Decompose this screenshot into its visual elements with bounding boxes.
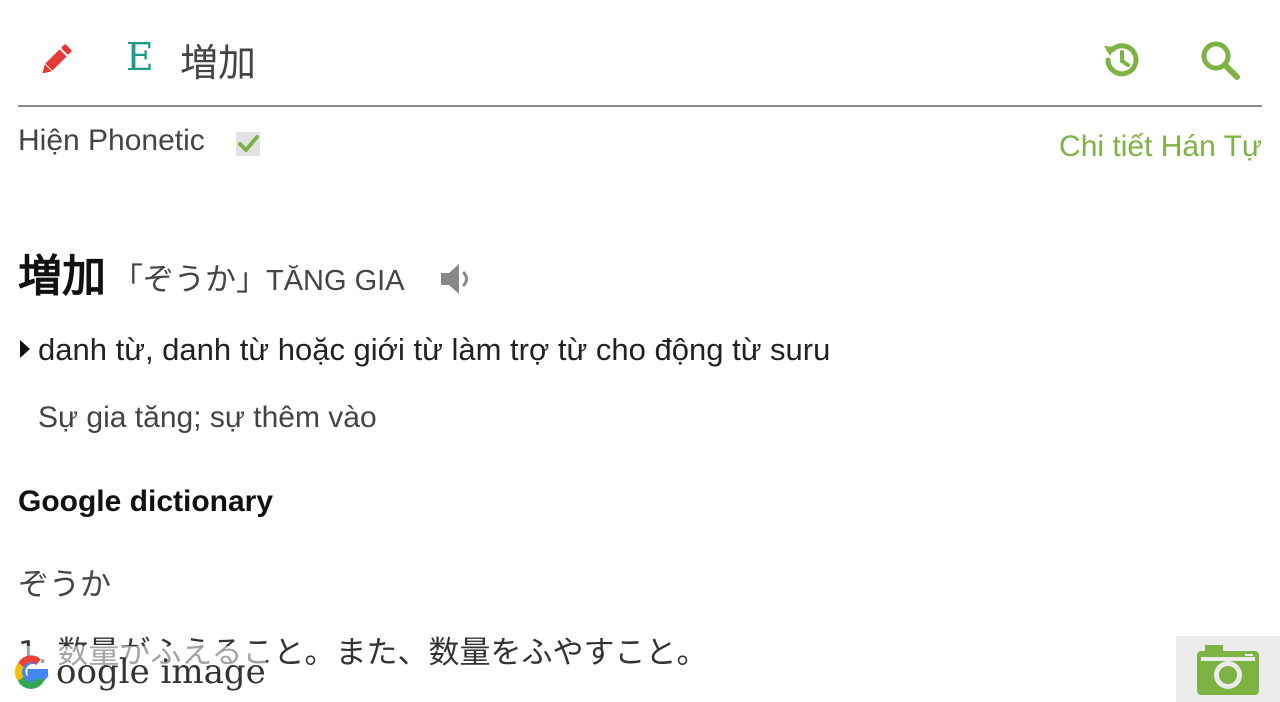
entry-han-viet: TĂNG GIA — [266, 265, 405, 297]
entry-reading: 「ぞうか」 — [112, 262, 267, 298]
phonetic-checkbox[interactable] — [236, 132, 260, 156]
entry-word: 増加 — [18, 251, 106, 302]
google-image-button[interactable]: oogle image — [8, 646, 266, 698]
triangle-right-icon — [20, 340, 30, 358]
camera-icon — [1197, 645, 1259, 695]
top-bar: E — [0, 0, 1280, 107]
search-input[interactable] — [180, 34, 1060, 84]
entry-meaning: Sự gia tăng; sự thêm vào — [38, 401, 377, 434]
google-dictionary-reading: ぞうか — [18, 567, 111, 603]
google-g-logo-icon — [15, 655, 50, 689]
google-image-label: oogle image — [56, 652, 266, 692]
google-dictionary-title: Google dictionary — [18, 485, 274, 518]
part-of-speech: danh từ, danh từ hoặc giới từ làm trợ từ… — [38, 332, 831, 367]
speaker-icon[interactable] — [438, 260, 476, 298]
header-divider — [18, 105, 1262, 107]
pencil-icon[interactable] — [36, 40, 76, 80]
kanji-detail-link[interactable]: Chi tiết Hán Tự — [1059, 130, 1262, 164]
camera-button[interactable] — [1176, 636, 1280, 702]
search-icon[interactable] — [1198, 38, 1242, 82]
language-indicator[interactable]: E — [126, 34, 154, 80]
history-icon[interactable] — [1100, 38, 1144, 82]
dictionary-page: E Hiện Phonetic Chi tiết Hán Tự 増加 「ぞうか」… — [0, 0, 1280, 702]
phonetic-toggle-label: Hiện Phonetic — [18, 124, 205, 157]
checkmark-icon — [238, 135, 259, 152]
